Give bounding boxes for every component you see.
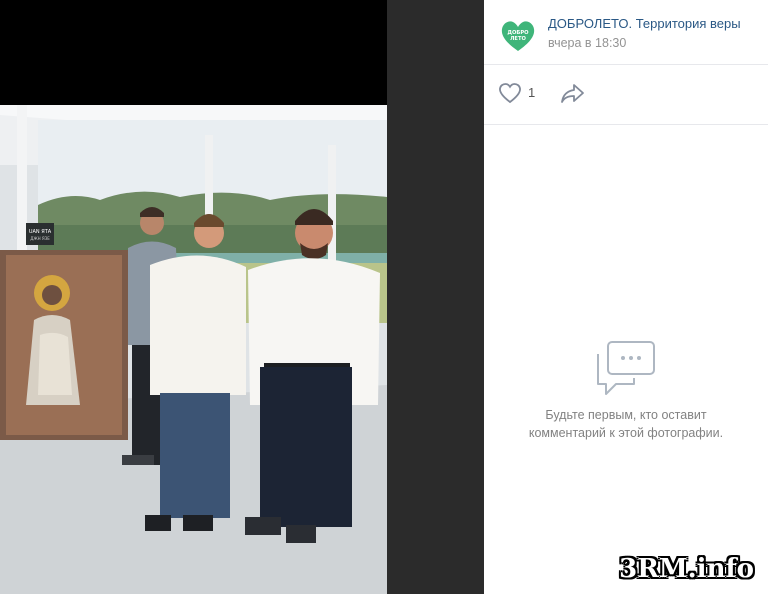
- like-button[interactable]: 1: [498, 82, 546, 106]
- share-arrow-icon: [561, 84, 584, 103]
- sign-line2: ДЖН ЯЗЕ: [30, 236, 50, 241]
- heart-icon: [499, 83, 521, 104]
- post-panel: ДОБРО ЛЕТО ДОБРОЛЕТО. Территория веры вч…: [484, 0, 768, 594]
- post-header: ДОБРО ЛЕТО ДОБРОЛЕТО. Территория веры вч…: [484, 0, 768, 65]
- share-button[interactable]: [560, 82, 586, 106]
- empty-comments: Будьте первым, кто оставит комментарий к…: [484, 330, 768, 442]
- watermark: 3RM.info: [619, 554, 754, 584]
- like-count: 1: [528, 85, 536, 100]
- post-date[interactable]: вчера в 18:30: [548, 36, 626, 50]
- community-avatar-heart-icon[interactable]: ДОБРО ЛЕТО: [500, 18, 536, 54]
- comments-bubble-icon: [597, 341, 655, 395]
- avatar-text-bottom: ЛЕТО: [510, 36, 526, 42]
- photo-letterbox: [0, 0, 387, 105]
- sign-line1: UAN ЯТА: [29, 229, 52, 235]
- photo[interactable]: UAN ЯТА ДЖН ЯЗЕ: [0, 105, 387, 594]
- author-link[interactable]: ДОБРОЛЕТО. Территория веры: [548, 16, 741, 31]
- post-actions: 1: [484, 64, 768, 125]
- empty-comments-line1: Будьте первым, кто оставит: [545, 408, 707, 422]
- photo-viewer: UAN ЯТА ДЖН ЯЗЕ: [0, 0, 484, 594]
- empty-comments-text: Будьте первым, кто оставит комментарий к…: [484, 406, 768, 442]
- photo-image: UAN ЯТА ДЖН ЯЗЕ: [0, 105, 387, 594]
- empty-comments-line2: комментарий к этой фотографии.: [528, 426, 724, 440]
